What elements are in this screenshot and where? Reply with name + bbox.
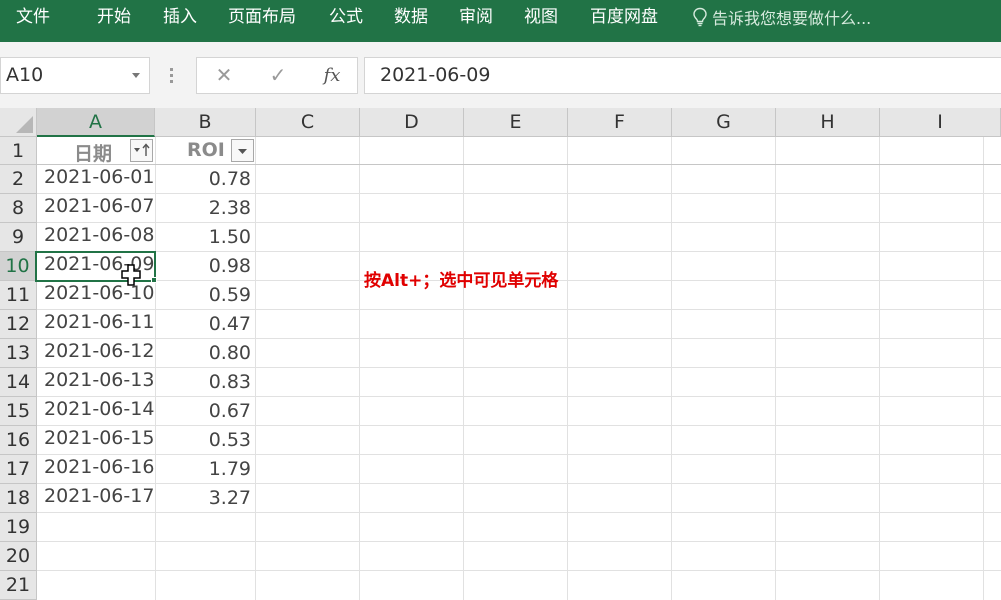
name-box-value: A10 xyxy=(6,64,44,86)
tab-data[interactable]: 数据 xyxy=(394,0,428,42)
cell-area[interactable]: 日期 ROI 2021-06-01 0.78 2021-06-07 2.38 2… xyxy=(35,137,1001,600)
cell-roi[interactable]: 0.47 xyxy=(155,313,255,335)
cell-roi[interactable]: 0.98 xyxy=(155,255,255,277)
row-header-20[interactable]: 20 xyxy=(0,542,37,571)
cell-date[interactable]: 2021-06-01 xyxy=(37,166,154,188)
column-header-d[interactable]: D xyxy=(360,108,464,137)
cell-date[interactable]: 2021-06-15 xyxy=(37,427,154,449)
column-header-e[interactable]: E xyxy=(464,108,568,137)
formula-input[interactable]: 2021-06-09 xyxy=(364,57,1001,94)
header-roi: ROI xyxy=(187,139,225,161)
tab-page-layout[interactable]: 页面布局 xyxy=(228,0,296,42)
row-header-11[interactable]: 11 xyxy=(0,281,37,310)
tell-me-search[interactable]: 告诉我您想要做什么... xyxy=(692,0,871,34)
tab-view[interactable]: 视图 xyxy=(524,0,558,42)
tab-insert[interactable]: 插入 xyxy=(163,0,197,42)
splitter-dots-icon[interactable] xyxy=(168,68,174,84)
row-header-16[interactable]: 16 xyxy=(0,426,37,455)
column-header-i[interactable]: I xyxy=(880,108,1001,137)
cell-roi[interactable]: 0.53 xyxy=(155,429,255,451)
column-header-h[interactable]: H xyxy=(776,108,880,137)
cell-date[interactable]: 2021-06-16 xyxy=(37,456,154,478)
column-header-g[interactable]: G xyxy=(672,108,776,137)
annotation-text: 按Alt+；选中可见单元格 xyxy=(364,271,559,291)
formula-bar: A10 ✕ ✓ fx 2021-06-09 xyxy=(0,42,1001,108)
cell-roi[interactable]: 3.27 xyxy=(155,487,255,509)
row-header-1[interactable]: 1 xyxy=(0,137,37,165)
cell-roi[interactable]: 0.83 xyxy=(155,371,255,393)
tab-review[interactable]: 审阅 xyxy=(459,0,493,42)
column-header-b[interactable]: B xyxy=(155,108,256,137)
enter-icon[interactable]: ✓ xyxy=(263,58,293,93)
column-header-f[interactable]: F xyxy=(568,108,672,137)
row-header-2[interactable]: 2 xyxy=(0,165,37,194)
column-header-a[interactable]: A xyxy=(37,108,155,137)
row-header-17[interactable]: 17 xyxy=(0,455,37,484)
sort-ascending-filter-icon[interactable] xyxy=(130,139,153,162)
cell-roi[interactable]: 1.50 xyxy=(155,226,255,248)
row-header-9[interactable]: 9 xyxy=(0,223,37,252)
cell-roi[interactable]: 0.67 xyxy=(155,400,255,422)
cell-roi[interactable]: 0.59 xyxy=(155,284,255,306)
tab-home[interactable]: 开始 xyxy=(97,0,131,42)
worksheet-grid: A B C D E F G H I 1 2 8 9 10 11 12 13 14… xyxy=(0,108,1001,600)
cell-date[interactable]: 2021-06-07 xyxy=(37,195,154,217)
column-header-c[interactable]: C xyxy=(256,108,360,137)
row-header-8[interactable]: 8 xyxy=(0,194,37,223)
tab-baidu-netdisk[interactable]: 百度网盘 xyxy=(590,0,658,42)
cell-date[interactable]: 2021-06-14 xyxy=(37,398,154,420)
row-header-15[interactable]: 15 xyxy=(0,397,37,426)
tab-file[interactable]: 文件 xyxy=(16,0,50,42)
cell-roi[interactable]: 1.79 xyxy=(155,458,255,480)
cross-cursor-icon xyxy=(121,264,141,286)
cell-date[interactable]: 2021-06-08 xyxy=(37,224,154,246)
tell-me-text: 告诉我您想要做什么... xyxy=(712,9,872,28)
row-header-13[interactable]: 13 xyxy=(0,339,37,368)
row-header-10[interactable]: 10 xyxy=(0,252,37,281)
row-header-18[interactable]: 18 xyxy=(0,484,37,513)
select-all-button[interactable] xyxy=(0,108,37,137)
row-header-14[interactable]: 14 xyxy=(0,368,37,397)
ribbon: 文件 开始 插入 页面布局 公式 数据 审阅 视图 百度网盘 告诉我您想要做什么… xyxy=(0,0,1001,42)
header-date: 日期 xyxy=(74,143,113,165)
cell-date[interactable]: 2021-06-13 xyxy=(37,369,154,391)
filter-dropdown-icon[interactable] xyxy=(231,139,254,162)
cell-roi[interactable]: 2.38 xyxy=(155,197,255,219)
name-box[interactable]: A10 xyxy=(0,57,150,94)
insert-function-icon[interactable]: fx xyxy=(317,58,347,93)
lightbulb-icon xyxy=(693,7,707,27)
chevron-down-icon[interactable] xyxy=(132,73,140,78)
row-header-12[interactable]: 12 xyxy=(0,310,37,339)
row-header-21[interactable]: 21 xyxy=(0,571,37,600)
tab-formulas[interactable]: 公式 xyxy=(329,0,363,42)
row-header-19[interactable]: 19 xyxy=(0,513,37,542)
cell-date[interactable]: 2021-06-17 xyxy=(37,485,154,507)
fill-handle[interactable] xyxy=(151,277,157,283)
cancel-icon[interactable]: ✕ xyxy=(209,58,239,93)
cell-date[interactable]: 2021-06-11 xyxy=(37,311,154,333)
cell-roi[interactable]: 0.80 xyxy=(155,342,255,364)
cell-date[interactable]: 2021-06-12 xyxy=(37,340,154,362)
cell-roi[interactable]: 0.78 xyxy=(155,168,255,190)
formula-buttons: ✕ ✓ fx xyxy=(196,57,358,94)
